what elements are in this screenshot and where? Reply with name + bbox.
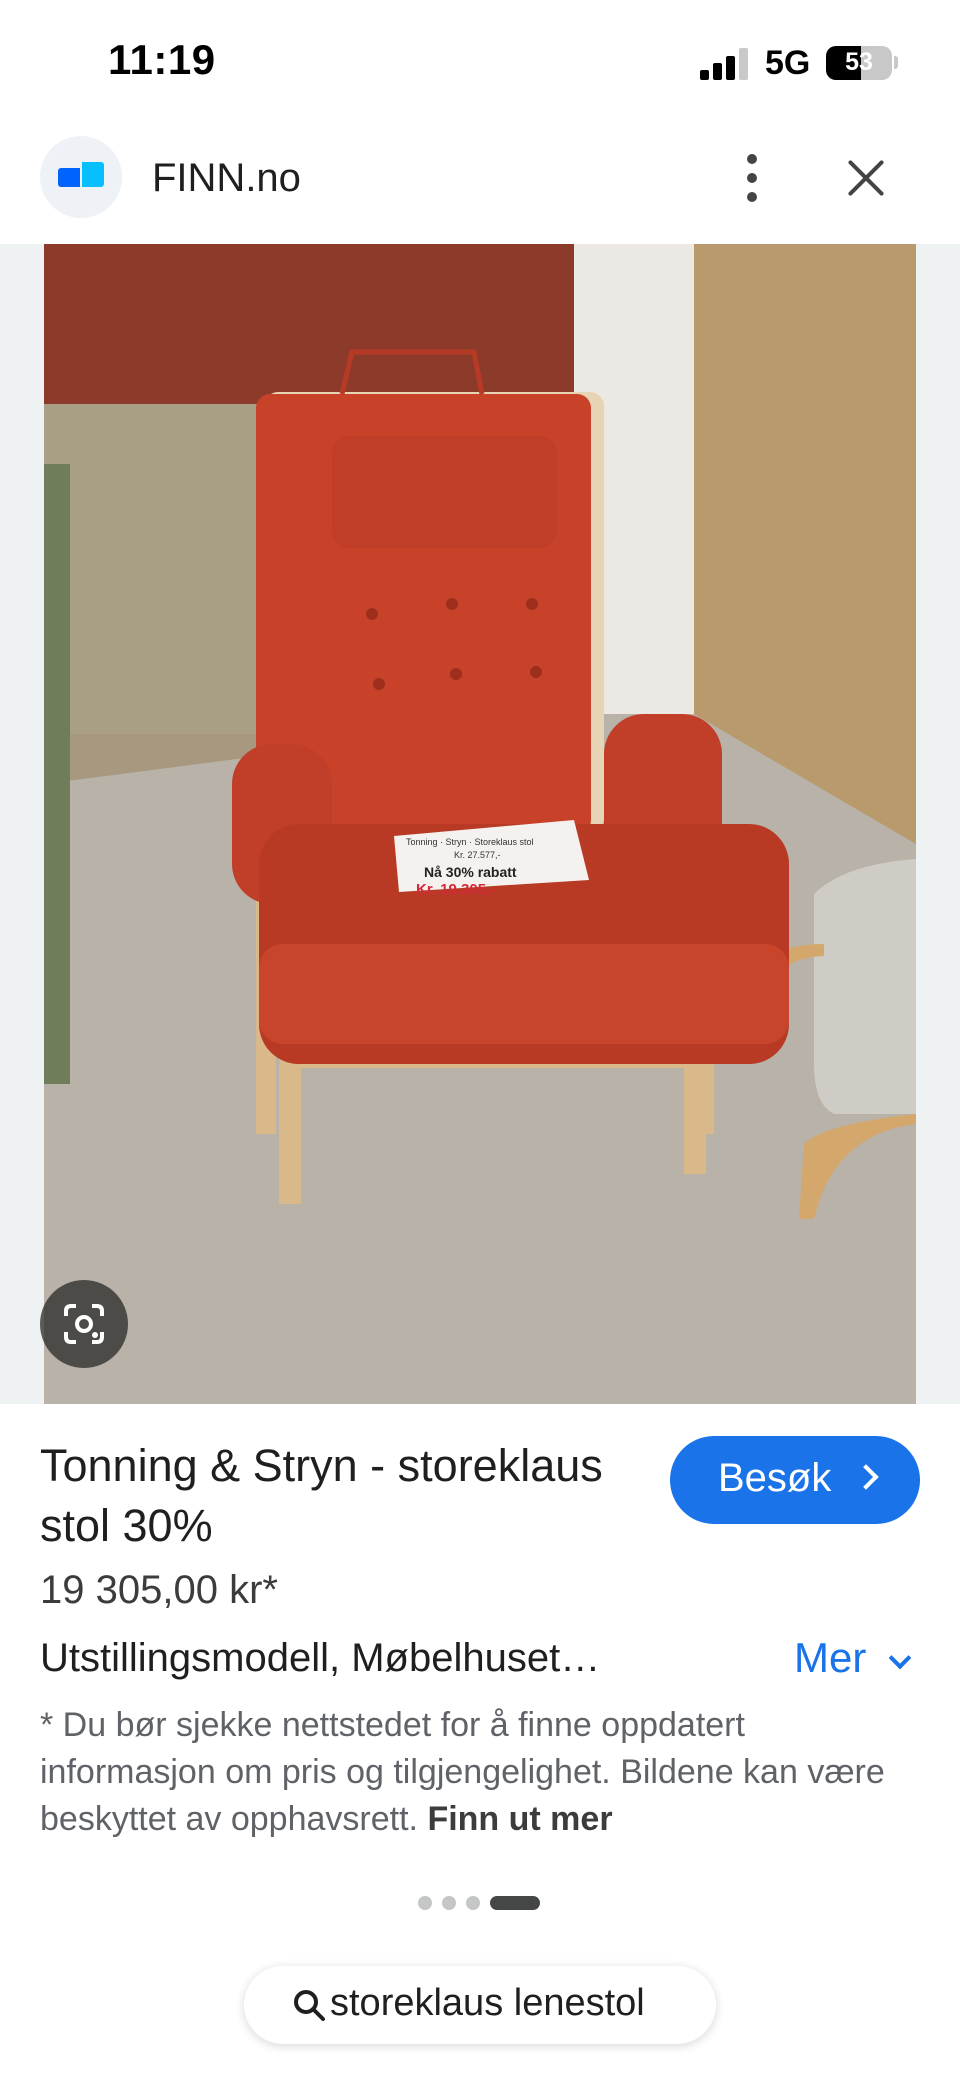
pager-dot[interactable] (466, 1896, 480, 1910)
chevron-right-icon (853, 1464, 879, 1490)
google-lens-icon (64, 1304, 104, 1344)
product-description: Utstillingsmodell, Møbelhuset… (40, 1636, 601, 1680)
battery-percent: 53 (845, 48, 873, 76)
price-sign-line: Kr. 27.577,- (454, 850, 501, 860)
price-sign-line: Kr. 19.305,- (416, 881, 495, 898)
status-time: 11:19 (108, 36, 216, 83)
price-sign-line: Tonning · Stryn · Storeklaus stol (406, 837, 534, 847)
chevron-down-icon (888, 1646, 912, 1670)
image-container: Tonning · Stryn · Storeklaus stol Kr. 27… (0, 244, 960, 1404)
learn-more-link[interactable]: Finn ut mer (427, 1800, 612, 1838)
battery-icon: 53 (826, 46, 892, 80)
pager-dot[interactable] (442, 1896, 456, 1910)
product-title: Tonning & Stryn - storeklaus stol 30% (40, 1440, 603, 1551)
network-type: 5G (765, 44, 811, 82)
price-sign-line: Nå 30% rabatt (424, 864, 517, 880)
product-price: 19 305,00 kr* (40, 1568, 278, 1612)
status-bar: 11:19 5G 53 (0, 0, 960, 120)
more-button-label: Mer (794, 1634, 867, 1681)
pager-dot[interactable] (418, 1896, 432, 1910)
finn-logo-icon[interactable] (40, 136, 122, 218)
search-chip[interactable]: storeklaus lenestol (244, 1966, 716, 2044)
source-header: FINN.no (0, 120, 960, 244)
google-lens-button[interactable] (40, 1280, 128, 1368)
disclaimer: * Du bør sjekke nettstedet for å finne o… (40, 1702, 920, 1843)
product-image[interactable]: Tonning · Stryn · Storeklaus stol Kr. 27… (44, 244, 916, 1404)
site-name[interactable]: FINN.no (152, 156, 301, 201)
search-query: storeklaus lenestol (330, 1982, 645, 2024)
close-icon[interactable] (846, 158, 886, 198)
pager-dot-active[interactable] (490, 1896, 540, 1910)
search-icon (294, 1990, 325, 2021)
more-vert-icon[interactable] (728, 154, 776, 202)
visit-button-label: Besøk (718, 1456, 832, 1500)
more-button[interactable]: Mer (794, 1634, 912, 1682)
visit-button[interactable]: Besøk (670, 1436, 920, 1524)
battery-cap (894, 56, 898, 69)
cellular-signal-icon (700, 48, 752, 80)
